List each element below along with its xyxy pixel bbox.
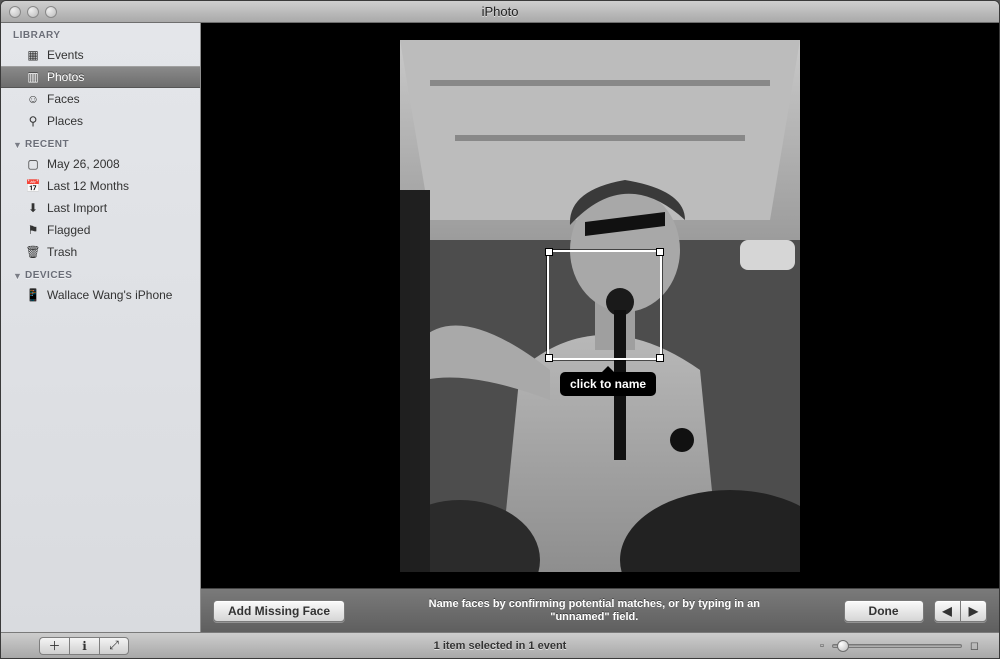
add-missing-face-button[interactable]: Add Missing Face	[213, 600, 345, 622]
close-button[interactable]	[9, 6, 21, 18]
info-icon: ℹ	[82, 639, 87, 653]
sidebar-item-device-iphone[interactable]: 📱 Wallace Wang's iPhone	[1, 284, 200, 306]
sidebar: LIBRARY ▦ Events ▥ Photos ☺ Faces ⚲ Plac…	[1, 23, 201, 632]
events-icon: ▦	[25, 47, 41, 63]
content-area: click to name Add Missing Face Name face…	[201, 23, 999, 632]
help-line-2: "unnamed" field.	[550, 611, 638, 623]
event-date-icon: ▢	[25, 156, 41, 172]
sidebar-item-label: Places	[47, 114, 83, 128]
photo-viewer[interactable]: click to name	[201, 23, 999, 588]
titlebar: iPhoto	[1, 1, 999, 23]
sidebar-item-places[interactable]: ⚲ Places	[1, 110, 200, 132]
sidebar-item-label: Last Import	[47, 201, 107, 215]
import-icon: ⬇	[25, 200, 41, 216]
places-icon: ⚲	[25, 113, 41, 129]
sidebar-item-events[interactable]: ▦ Events	[1, 44, 200, 66]
sidebar-item-flagged[interactable]: ⚑ Flagged	[1, 219, 200, 241]
sidebar-item-faces[interactable]: ☺ Faces	[1, 88, 200, 110]
thumbnail-large-icon: ◻	[970, 639, 979, 652]
status-left-controls: ＋ ℹ ⤢	[39, 637, 129, 655]
plus-icon: ＋	[48, 637, 60, 654]
disclosure-triangle-icon: ▼	[13, 140, 23, 150]
app-window: iPhoto LIBRARY ▦ Events ▥ Photos ☺ Faces…	[0, 0, 1000, 659]
sidebar-section-label: LIBRARY	[13, 30, 61, 41]
sidebar-section-devices[interactable]: ▼ DEVICES	[1, 263, 200, 284]
previous-photo-button[interactable]: ◀	[934, 600, 960, 622]
traffic-lights	[1, 6, 57, 18]
next-photo-button[interactable]: ▶	[960, 600, 987, 622]
face-name-popover[interactable]: click to name	[560, 372, 656, 396]
disclosure-triangle-icon: ▼	[13, 271, 23, 281]
sidebar-item-label: Wallace Wang's iPhone	[47, 288, 172, 302]
sidebar-section-recent[interactable]: ▼ RECENT	[1, 132, 200, 153]
faces-icon: ☺	[25, 91, 41, 107]
sidebar-section-label: RECENT	[25, 139, 69, 150]
sidebar-item-label: Flagged	[47, 223, 90, 237]
help-line-1: Name faces by confirming potential match…	[429, 598, 760, 610]
statusbar: ＋ ℹ ⤢ 1 item selected in 1 event ▫ ◻	[1, 632, 999, 658]
sidebar-item-photos[interactable]: ▥ Photos	[1, 66, 200, 88]
sidebar-section-label: DEVICES	[25, 270, 72, 281]
sidebar-item-last-import[interactable]: ⬇ Last Import	[1, 197, 200, 219]
done-button[interactable]: Done	[844, 600, 924, 622]
trash-icon: 🗑	[25, 244, 41, 260]
left-arrow-icon: ◀	[943, 605, 952, 617]
sidebar-section-library: LIBRARY	[1, 23, 200, 44]
face-box[interactable]	[547, 250, 662, 360]
calendar-icon: 📅	[25, 178, 41, 194]
right-arrow-icon: ▶	[969, 605, 978, 617]
fullscreen-button[interactable]: ⤢	[99, 637, 129, 655]
zoom-slider[interactable]	[832, 644, 962, 648]
add-button[interactable]: ＋	[39, 637, 69, 655]
fullscreen-icon: ⤢	[109, 638, 119, 653]
window-body: LIBRARY ▦ Events ▥ Photos ☺ Faces ⚲ Plac…	[1, 23, 999, 632]
sidebar-item-label: Faces	[47, 92, 80, 106]
resize-handle-tl[interactable]	[545, 248, 553, 256]
sidebar-item-label: Trash	[47, 245, 77, 259]
sidebar-item-recent-date[interactable]: ▢ May 26, 2008	[1, 153, 200, 175]
thumbnail-small-icon: ▫	[820, 640, 824, 652]
help-text: Name faces by confirming potential match…	[355, 598, 834, 624]
minimize-button[interactable]	[27, 6, 39, 18]
action-bar: Add Missing Face Name faces by confirmin…	[201, 588, 999, 632]
sidebar-item-label: Events	[47, 48, 84, 62]
sidebar-item-last-12-months[interactable]: 📅 Last 12 Months	[1, 175, 200, 197]
window-title: iPhoto	[1, 4, 999, 19]
resize-handle-bl[interactable]	[545, 354, 553, 362]
resize-handle-br[interactable]	[656, 354, 664, 362]
flag-icon: ⚑	[25, 222, 41, 238]
photos-icon: ▥	[25, 69, 41, 85]
nav-arrows: ◀ ▶	[934, 600, 987, 622]
zoom-button[interactable]	[45, 6, 57, 18]
zoom-slider-thumb[interactable]	[837, 640, 849, 652]
sidebar-item-label: Photos	[47, 70, 84, 84]
photo: click to name	[400, 40, 800, 572]
iphone-icon: 📱	[25, 287, 41, 303]
sidebar-item-label: May 26, 2008	[47, 157, 120, 171]
sidebar-item-trash[interactable]: 🗑 Trash	[1, 241, 200, 263]
sidebar-item-label: Last 12 Months	[47, 179, 129, 193]
resize-handle-tr[interactable]	[656, 248, 664, 256]
info-button[interactable]: ℹ	[69, 637, 99, 655]
status-right-controls: ▫ ◻	[820, 639, 999, 652]
face-name-prompt: click to name	[570, 377, 646, 391]
